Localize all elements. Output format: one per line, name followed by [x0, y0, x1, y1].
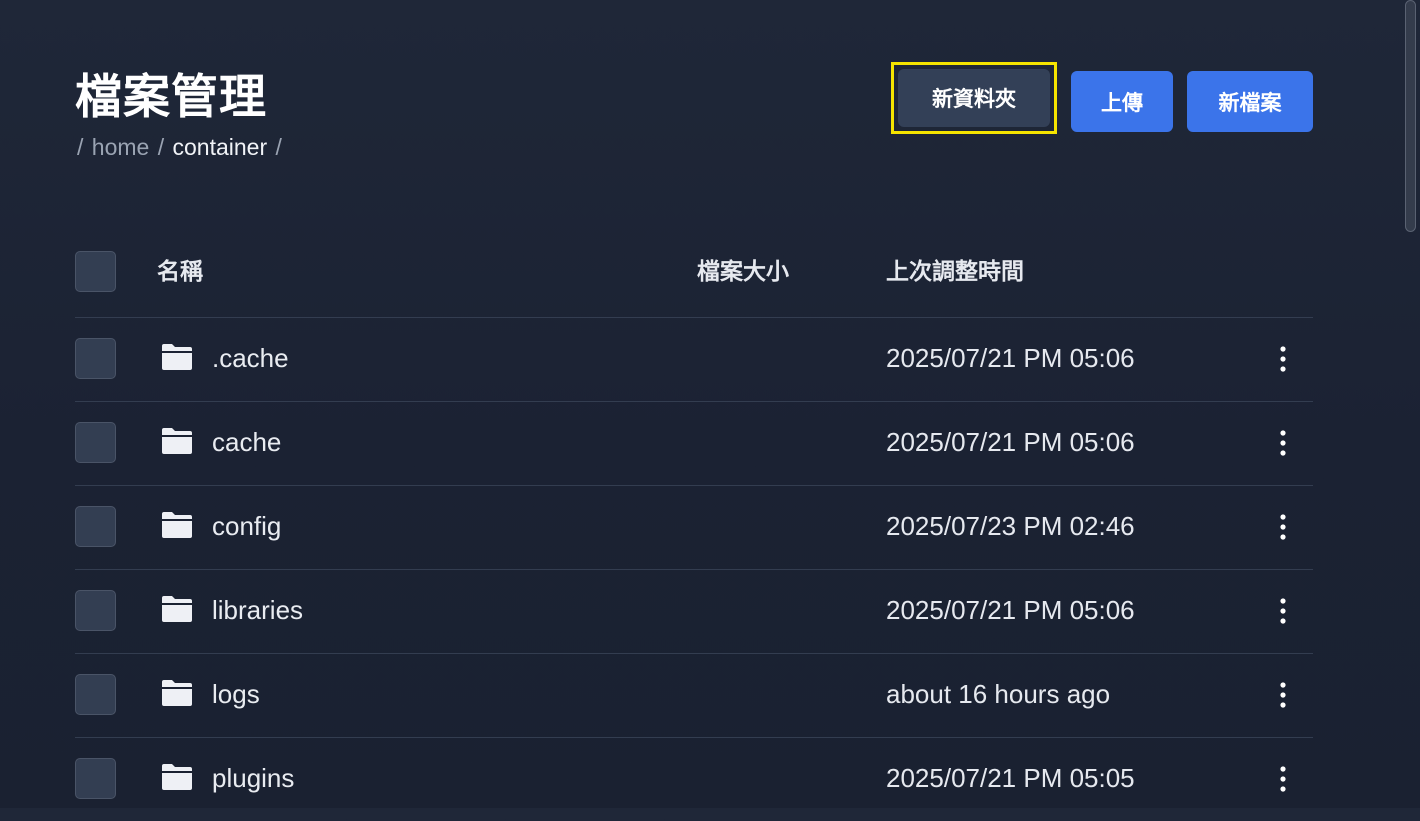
folder-icon: [162, 764, 192, 790]
file-manager-page: 檔案管理 / home / container / 新資料夾 上傳 新檔案 名稱…: [75, 0, 1313, 799]
scrollbar-thumb[interactable]: [1405, 0, 1416, 232]
breadcrumb: / home / container /: [75, 133, 284, 161]
table-row[interactable]: plugins 2025/07/21 PM 05:05: [75, 738, 1313, 821]
folder-icon: [162, 512, 192, 538]
file-modified: 2025/07/21 PM 05:06: [886, 343, 1135, 373]
breadcrumb-item-container[interactable]: container: [173, 134, 268, 160]
more-vertical-icon[interactable]: [1271, 428, 1295, 458]
file-modified: 2025/07/21 PM 05:06: [886, 427, 1135, 457]
folder-icon: [162, 344, 192, 370]
new-folder-button[interactable]: 新資料夾: [898, 69, 1050, 127]
breadcrumb-separator: /: [275, 134, 282, 160]
file-name[interactable]: logs: [212, 678, 260, 710]
row-checkbox[interactable]: [75, 674, 116, 715]
file-name[interactable]: config: [212, 510, 281, 542]
file-modified: about 16 hours ago: [886, 679, 1111, 709]
more-vertical-icon[interactable]: [1271, 764, 1295, 794]
folder-icon: [162, 680, 192, 706]
column-header-modified[interactable]: 上次調整時間: [886, 252, 1024, 286]
more-vertical-icon[interactable]: [1271, 512, 1295, 542]
file-name[interactable]: plugins: [212, 762, 294, 794]
folder-icon: [162, 596, 192, 622]
breadcrumb-separator: /: [157, 134, 165, 160]
table-row[interactable]: libraries 2025/07/21 PM 05:06: [75, 570, 1313, 654]
page-header: 檔案管理 / home / container / 新資料夾 上傳 新檔案: [75, 0, 1313, 190]
more-vertical-icon[interactable]: [1271, 344, 1295, 374]
row-checkbox[interactable]: [75, 758, 116, 799]
file-name[interactable]: cache: [212, 426, 281, 458]
row-checkbox[interactable]: [75, 422, 116, 463]
table-row[interactable]: cache 2025/07/21 PM 05:06: [75, 402, 1313, 486]
table-row[interactable]: .cache 2025/07/21 PM 05:06: [75, 318, 1313, 402]
header-actions: 新資料夾 上傳 新檔案: [891, 62, 1313, 134]
new-file-button[interactable]: 新檔案: [1187, 71, 1313, 132]
file-modified: 2025/07/23 PM 02:46: [886, 511, 1135, 541]
row-checkbox[interactable]: [75, 338, 116, 379]
row-checkbox[interactable]: [75, 590, 116, 631]
folder-icon: [162, 428, 192, 454]
file-modified: 2025/07/21 PM 05:05: [886, 763, 1135, 793]
breadcrumb-separator: /: [77, 134, 84, 160]
more-vertical-icon[interactable]: [1271, 596, 1295, 626]
table-row[interactable]: config 2025/07/23 PM 02:46: [75, 486, 1313, 570]
vertical-scrollbar[interactable]: [1400, 0, 1420, 808]
page-title: 檔案管理: [75, 70, 267, 125]
file-table: 名稱 檔案大小 上次調整時間 .cache 2025/07/21 PM 05:0…: [75, 234, 1313, 821]
column-header-name[interactable]: 名稱: [157, 252, 203, 286]
table-header-row: 名稱 檔案大小 上次調整時間: [75, 234, 1313, 318]
file-name[interactable]: .cache: [212, 342, 289, 374]
file-modified: 2025/07/21 PM 05:06: [886, 595, 1135, 625]
new-folder-highlight: 新資料夾: [891, 62, 1057, 134]
breadcrumb-item-home[interactable]: home: [92, 134, 150, 160]
row-checkbox[interactable]: [75, 506, 116, 547]
file-name[interactable]: libraries: [212, 594, 303, 626]
table-row[interactable]: logs about 16 hours ago: [75, 654, 1313, 738]
upload-button[interactable]: 上傳: [1071, 71, 1173, 132]
more-vertical-icon[interactable]: [1271, 680, 1295, 710]
column-header-size[interactable]: 檔案大小: [697, 252, 789, 286]
select-all-checkbox[interactable]: [75, 251, 116, 292]
